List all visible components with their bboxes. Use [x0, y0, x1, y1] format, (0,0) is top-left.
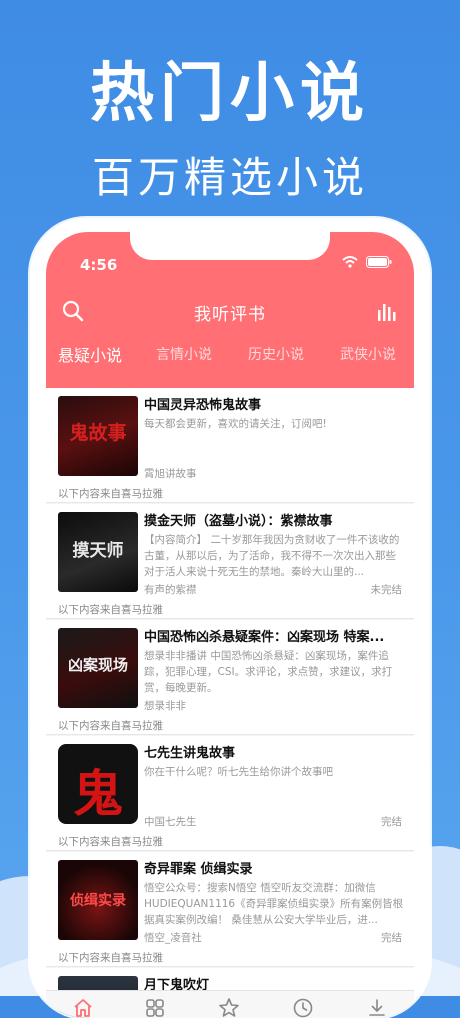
book-card[interactable]: 摸天师 摸金天师（盗墓小说）：紫襟故事 【内容简介】 二十岁那年我因为贪财收了一… — [46, 504, 414, 618]
book-title: 摸金天师（盗墓小说）：紫襟故事 — [144, 514, 333, 529]
book-card[interactable]: 侦缉实录 奇异罪案 侦缉实录 悟空公众号：搜索N悟空 悟空听友交流群：加微信HU… — [46, 852, 414, 966]
book-status: 完结 — [381, 816, 402, 828]
app-screen: 4:56 我听评书 悬疑小说 言情小说 历史小说 武侠小说 鬼故事 中国灵异恐怖… — [46, 232, 414, 1018]
book-title: 奇异罪案 侦缉实录 — [144, 862, 253, 877]
book-author: 中国七先生 — [144, 816, 197, 828]
book-source: 以下内容来自喜马拉雅 — [58, 488, 163, 500]
book-cover: 凶案现场 — [58, 628, 138, 708]
book-author: 想录非非 — [144, 700, 186, 712]
book-status: 完结 — [381, 932, 402, 944]
divider — [46, 618, 414, 619]
book-desc: 每天都会更新，喜欢的请关注，订阅吧! — [144, 418, 327, 430]
book-title: 中国恐怖凶杀悬疑案件：凶案现场 特案... — [144, 630, 385, 645]
phone-notch — [130, 232, 330, 260]
grid-icon[interactable] — [144, 997, 166, 1018]
book-title: 中国灵异恐怖鬼故事 — [144, 398, 262, 413]
clock-icon[interactable] — [292, 997, 314, 1018]
divider — [46, 502, 414, 503]
chart-icon[interactable] — [374, 298, 400, 324]
book-desc: 悟空公众号：搜索N悟空 悟空听友交流群：加微信HUDIEQUAN1116《奇异罪… — [144, 882, 404, 926]
tab-romance[interactable]: 言情小说 — [156, 344, 212, 364]
book-title: 七先生讲鬼故事 — [144, 746, 236, 761]
cover-text: 鬼故事 — [69, 422, 127, 444]
book-author: 霄旭讲故事 — [144, 468, 197, 480]
book-source: 以下内容来自喜马拉雅 — [58, 952, 163, 964]
book-desc: 想录非非播讲 中国恐怖凶杀悬疑：凶案现场，案件追踪，犯罪心理，CSI。求评论，求… — [144, 650, 393, 694]
book-cover: 摸天师 — [58, 512, 138, 592]
book-desc: 【内容简介】 二十岁那年我因为贪财收了一件不该收的古董，从那以后，为了活命，我不… — [144, 534, 400, 578]
phone-frame: 4:56 我听评书 悬疑小说 言情小说 历史小说 武侠小说 鬼故事 中国灵异恐怖… — [30, 218, 430, 1018]
book-list: 鬼故事 中国灵异恐怖鬼故事 每天都会更新，喜欢的请关注，订阅吧! 霄旭讲故事 以… — [46, 388, 414, 1018]
download-icon[interactable] — [366, 997, 388, 1018]
book-card[interactable]: 鬼 七先生讲鬼故事 你在干什么呢？听七先生给你讲个故事吧 中国七先生 完结 以下… — [46, 736, 414, 850]
book-author: 有声的紫襟 — [144, 584, 197, 596]
divider — [46, 850, 414, 851]
cover-text: 摸天师 — [72, 541, 124, 561]
tab-history[interactable]: 历史小说 — [248, 344, 304, 364]
book-source: 以下内容来自喜马拉雅 — [58, 720, 163, 732]
divider — [46, 966, 414, 967]
tab-martial[interactable]: 武侠小说 — [340, 344, 396, 364]
promo-title: 热门小说 — [90, 57, 370, 131]
book-status: 未完结 — [370, 584, 403, 596]
wifi-icon — [342, 256, 358, 268]
book-source: 以下内容来自喜马拉雅 — [58, 604, 163, 616]
tab-suspense[interactable]: 悬疑小说 — [58, 342, 122, 366]
book-source: 以下内容来自喜马拉雅 — [58, 836, 163, 848]
divider — [46, 734, 414, 735]
battery-icon — [366, 256, 392, 268]
book-cover: 鬼故事 — [58, 396, 138, 476]
category-tabs: 悬疑小说 言情小说 历史小说 武侠小说 — [46, 342, 414, 378]
app-header: 4:56 我听评书 悬疑小说 言情小说 历史小说 武侠小说 — [46, 232, 414, 388]
app-title: 我听评书 — [194, 305, 266, 325]
book-cover: 鬼 — [58, 744, 138, 824]
status-icons — [342, 256, 392, 268]
bottom-tabbar — [46, 990, 414, 1018]
book-author: 悟空_凌音社 — [144, 932, 202, 944]
cover-text: 鬼 — [73, 765, 123, 823]
book-card[interactable]: 鬼故事 中国灵异恐怖鬼故事 每天都会更新，喜欢的请关注，订阅吧! 霄旭讲故事 以… — [46, 388, 414, 502]
nav-bar: 我听评书 — [46, 292, 414, 332]
book-desc: 你在干什么呢？听七先生给你讲个故事吧 — [144, 766, 333, 778]
book-cover: 侦缉实录 — [58, 860, 138, 940]
star-icon[interactable] — [218, 997, 240, 1018]
cover-text: 凶案现场 — [67, 656, 128, 674]
book-card[interactable]: 凶案现场 中国恐怖凶杀悬疑案件：凶案现场 特案... 想录非非播讲 中国恐怖凶杀… — [46, 620, 414, 734]
status-time: 4:56 — [80, 256, 118, 274]
cover-text: 侦缉实录 — [70, 893, 126, 909]
promo-subtitle: 百万精选小说 — [91, 153, 368, 202]
home-icon[interactable] — [72, 997, 94, 1018]
